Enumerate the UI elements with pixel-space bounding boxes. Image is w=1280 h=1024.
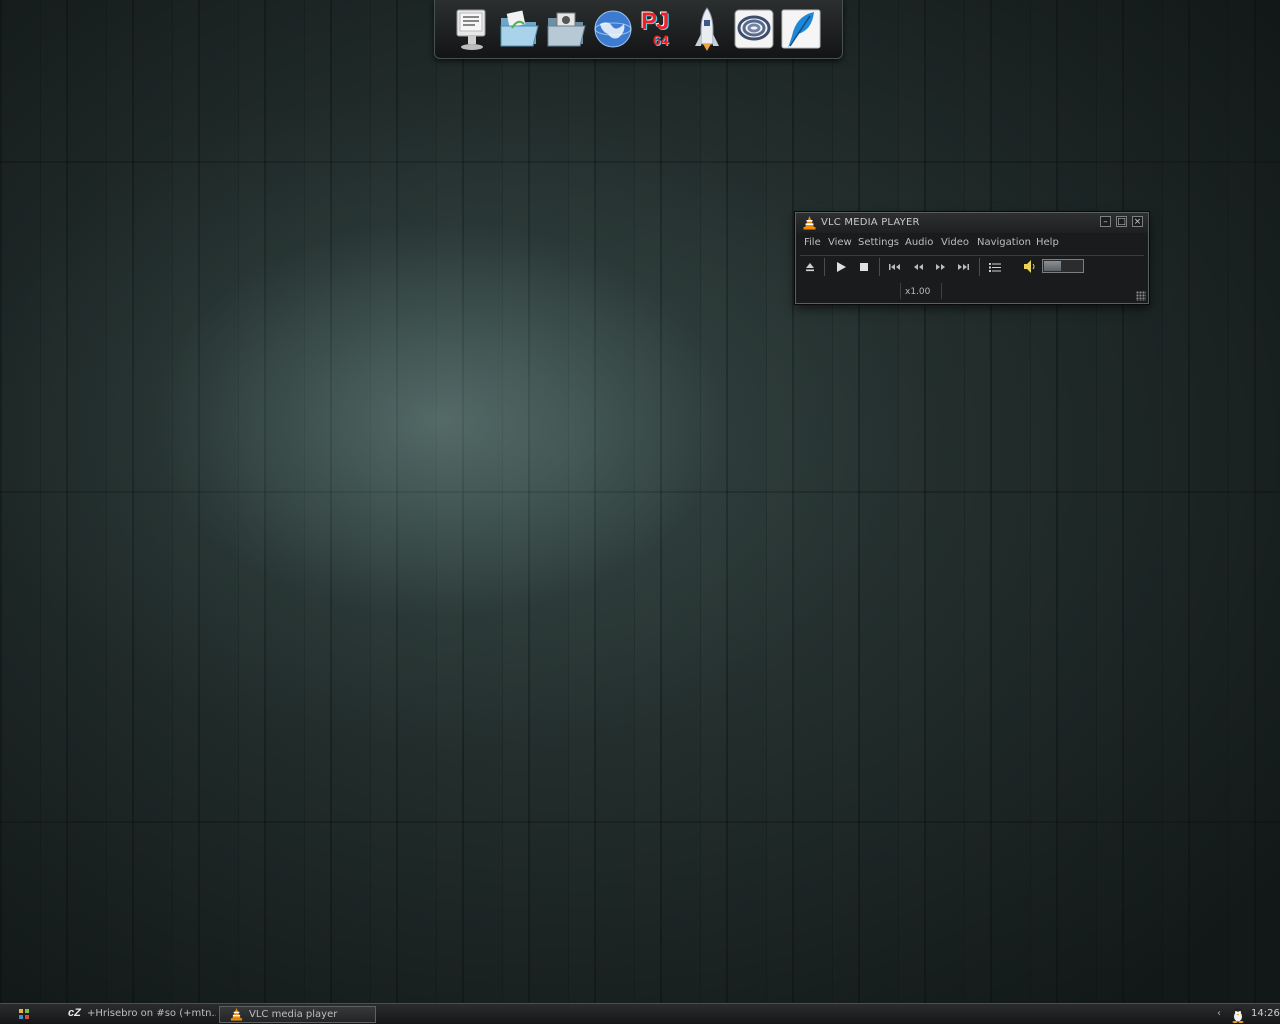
pj64-sublabel: 64	[653, 32, 669, 48]
statusbar-separator	[900, 283, 901, 299]
taskbar-item-chatzilla[interactable]: cZ +Hrisebro on #so (+mtn...	[62, 1006, 216, 1023]
taskbar-item-vlc[interactable]: VLC media player	[219, 1006, 376, 1023]
menu-audio[interactable]: Audio	[905, 237, 933, 248]
toolbar-divider	[800, 255, 1144, 256]
menu-help[interactable]: Help	[1036, 237, 1059, 248]
maximize-button[interactable]: □	[1116, 216, 1127, 227]
taskbar: cZ +Hrisebro on #so (+mtn... VLC media p…	[0, 1003, 1280, 1024]
menu-file[interactable]: File	[804, 237, 821, 248]
vlc-cone-icon	[230, 1008, 243, 1021]
vlc-window: VLC MEDIA PLAYER – □ × File View Setting…	[795, 212, 1149, 304]
stop-icon[interactable]	[859, 261, 869, 273]
taskbar-item-label: +Hrisebro on #so (+mtn...	[87, 1008, 216, 1019]
start-menu-icon[interactable]	[16, 1007, 32, 1022]
minimize-button[interactable]: –	[1100, 216, 1111, 227]
window-title: VLC MEDIA PLAYER	[821, 217, 920, 228]
playlist-icon[interactable]	[988, 261, 1002, 273]
clock: 14:26	[1251, 1008, 1280, 1019]
playback-speed[interactable]: x1.00	[905, 287, 930, 297]
feather-icon[interactable]	[780, 6, 822, 52]
eject-icon[interactable]	[805, 261, 815, 273]
menu-bar: File View Settings Audio Video Navigatio…	[796, 235, 1148, 253]
menu-video[interactable]: Video	[941, 237, 969, 248]
pj64-icon[interactable]: PJ 64	[639, 6, 681, 52]
volume-slider[interactable]	[1042, 259, 1084, 273]
close-button[interactable]: ×	[1132, 216, 1143, 227]
toolbar-separator	[879, 258, 880, 276]
spiral-app-icon[interactable]	[733, 6, 775, 52]
volume-speaker-icon[interactable]	[1023, 259, 1037, 274]
next-icon[interactable]	[956, 261, 970, 273]
tray-expand-icon[interactable]: ‹	[1217, 1008, 1221, 1019]
toolbar-separator	[824, 258, 825, 276]
rocket-shuttle-icon[interactable]	[686, 6, 728, 52]
desktop-wallpaper	[0, 0, 1280, 1003]
monitor-icon[interactable]	[451, 6, 493, 52]
statusbar-separator	[941, 283, 942, 299]
application-dock: PJ 64	[434, 0, 843, 59]
vlc-titlebar[interactable]: VLC MEDIA PLAYER – □ ×	[796, 213, 1148, 233]
vlc-cone-icon	[803, 216, 816, 230]
globe-icon[interactable]	[592, 6, 634, 52]
cz-icon: cZ	[68, 1007, 81, 1019]
previous-icon[interactable]	[888, 261, 902, 273]
penguin-tray-icon[interactable]	[1230, 1006, 1246, 1023]
menu-navigation[interactable]: Navigation	[977, 237, 1031, 248]
folder-pictures-icon[interactable]	[545, 6, 587, 52]
rewind-icon[interactable]	[912, 261, 924, 273]
volume-level	[1044, 261, 1061, 271]
menu-view[interactable]: View	[828, 237, 852, 248]
play-icon[interactable]	[835, 261, 847, 273]
toolbar-separator	[979, 258, 980, 276]
folder-open-icon[interactable]	[498, 6, 540, 52]
taskbar-item-label: VLC media player	[249, 1009, 338, 1020]
resize-grip[interactable]	[1136, 291, 1146, 301]
fast-forward-icon[interactable]	[935, 261, 947, 273]
menu-settings[interactable]: Settings	[858, 237, 899, 248]
